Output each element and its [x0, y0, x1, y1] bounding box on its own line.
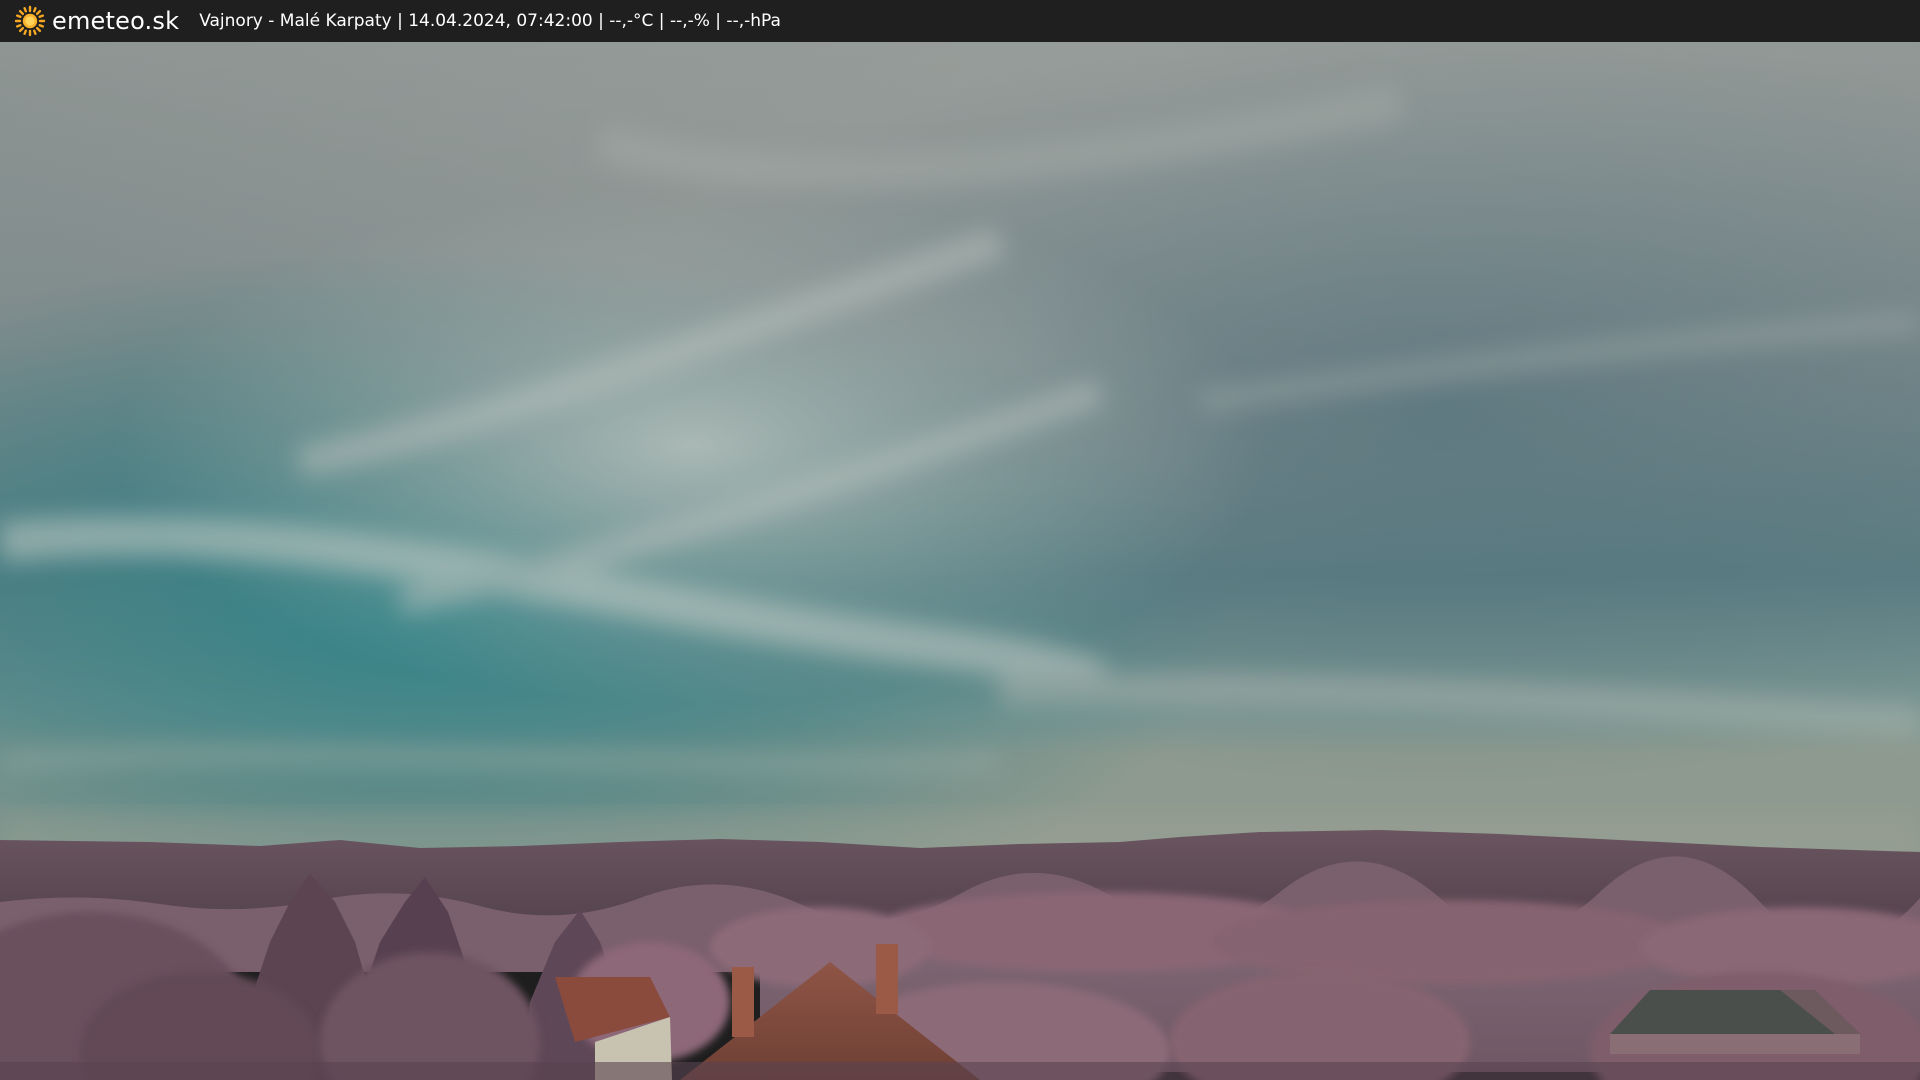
logo-link[interactable]: emeteo.sk: [14, 0, 179, 42]
brand-name: emeteo.sk: [52, 7, 180, 35]
webcam-image: [0, 42, 1920, 1080]
sun-icon: [14, 5, 46, 37]
webcam-caption: Vajnory - Malé Karpaty | 14.04.2024, 07:…: [199, 11, 781, 31]
header-bar: emeteo.sk Vajnory - Malé Karpaty | 14.04…: [0, 0, 1920, 42]
